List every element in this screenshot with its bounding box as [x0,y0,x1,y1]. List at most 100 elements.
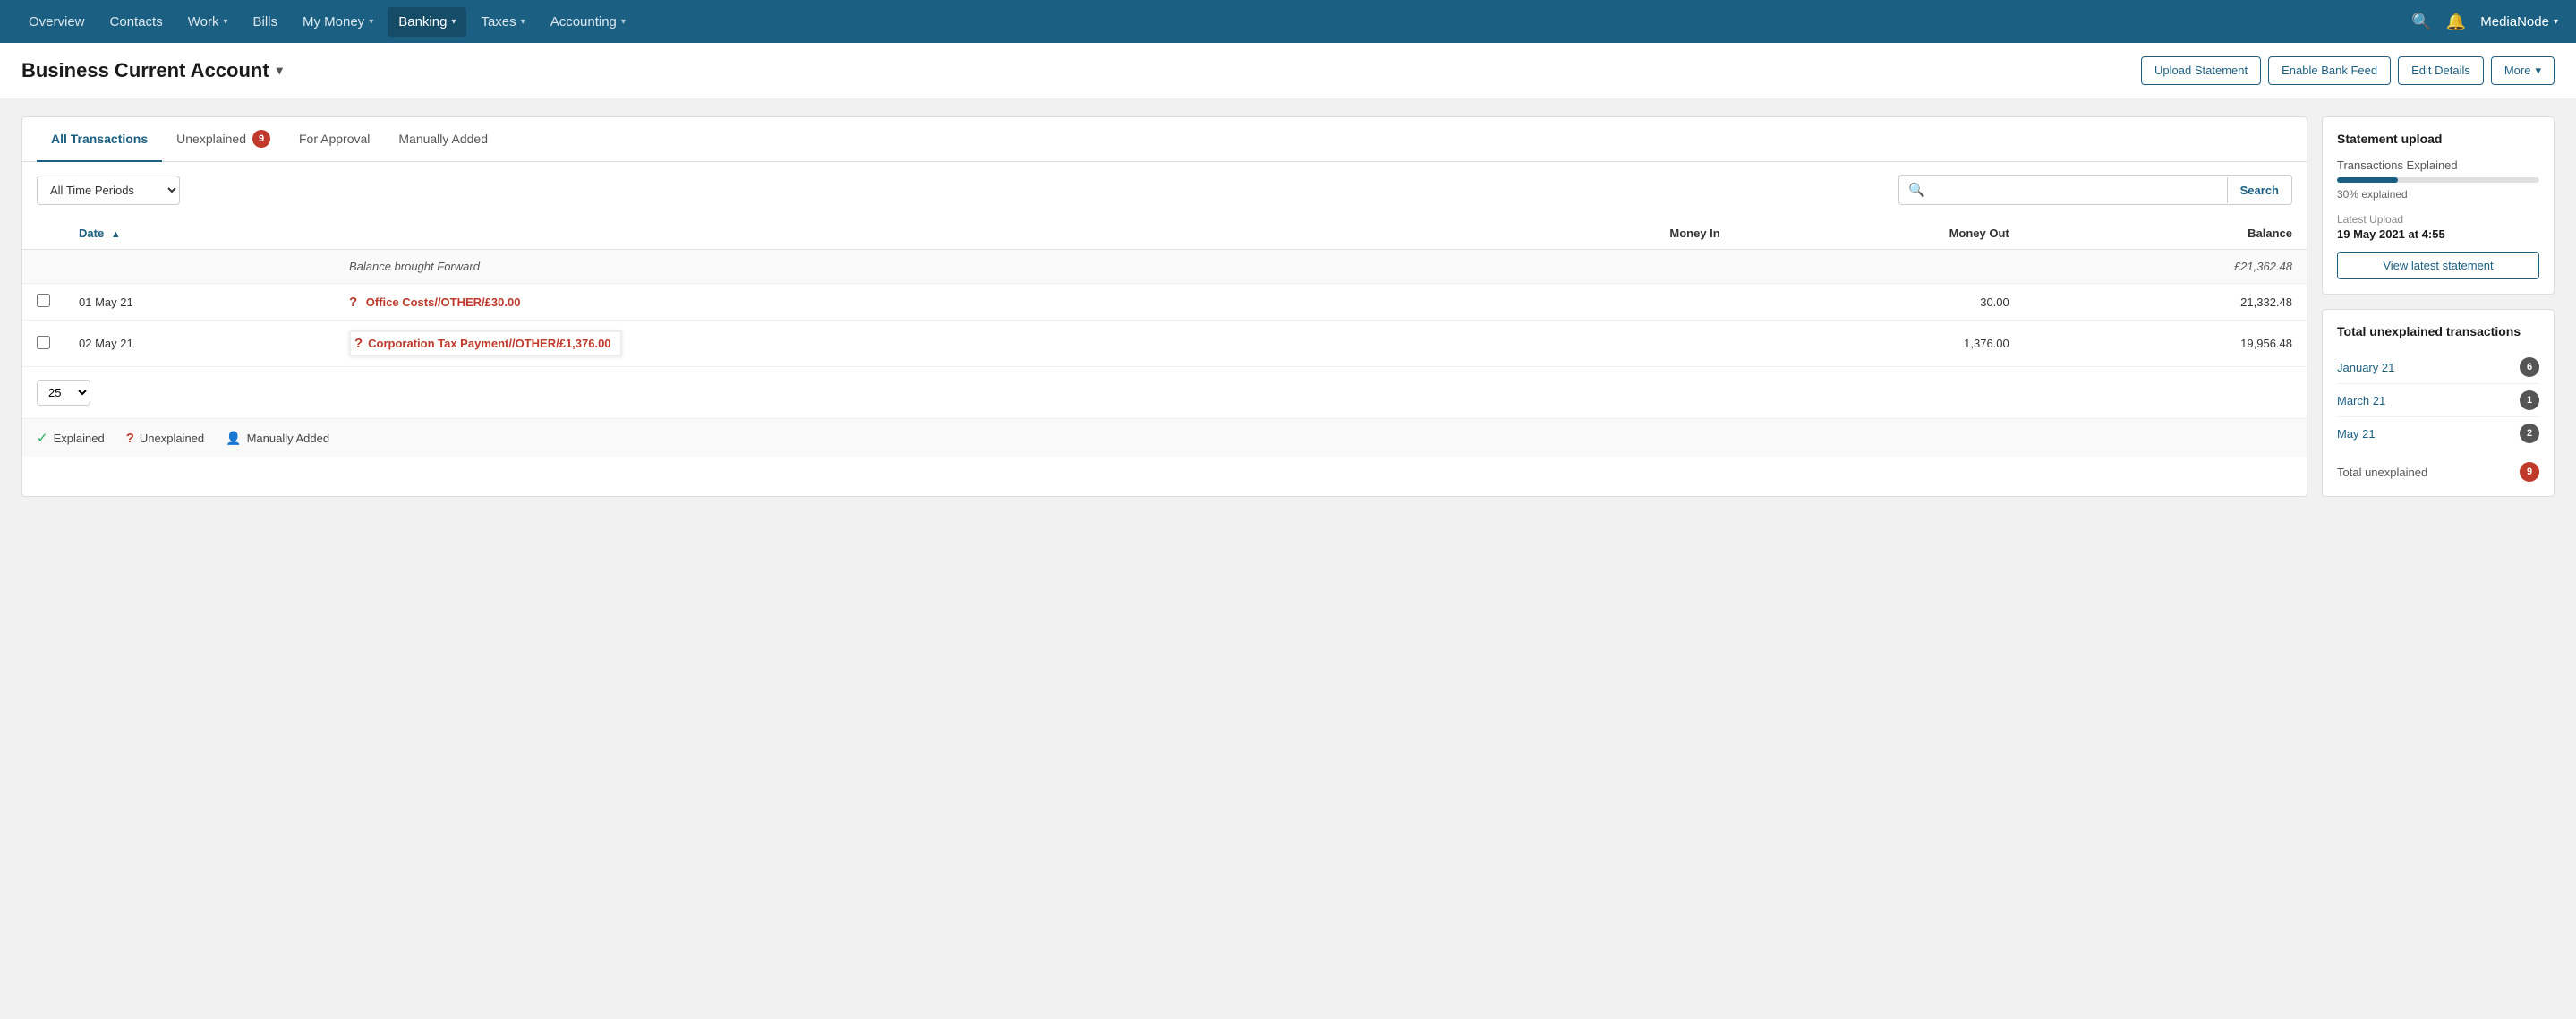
view-latest-statement-button[interactable]: View latest statement [2337,252,2539,279]
nav-item-taxes[interactable]: Taxes ▾ [470,7,535,37]
nav-item-contacts[interactable]: Contacts [99,7,174,37]
right-panel: Statement upload Transactions Explained … [2322,116,2555,497]
nav-item-banking[interactable]: Banking ▾ [388,7,466,37]
tab-all-transactions[interactable]: All Transactions [37,117,162,162]
account-chevron-icon: ▾ [277,63,283,78]
enable-bank-feed-button[interactable]: Enable Bank Feed [2268,56,2391,85]
col-balance: Balance [2024,218,2307,250]
row2-checkbox[interactable] [37,336,50,349]
nav-item-mymoney[interactable]: My Money ▾ [292,7,384,37]
nav-item-overview[interactable]: Overview [18,7,96,37]
row1-link[interactable]: Office Costs//OTHER/£30.00 [366,295,521,309]
upload-statement-button[interactable]: Upload Statement [2141,56,2261,85]
legend: ✓ Explained ? Unexplained 👤 Manually Add… [22,418,2307,457]
transactions-panel: All Transactions Unexplained 9 For Appro… [21,116,2307,497]
statement-upload-card: Statement upload Transactions Explained … [2322,116,2555,295]
may-link[interactable]: May 21 [2337,427,2376,441]
row2-unexplained-icon: ? [354,336,363,351]
user-menu[interactable]: MediaNode ▾ [2480,14,2558,30]
user-icon: 👤 [226,431,241,446]
legend-explained: ✓ Explained [37,430,105,446]
table-row-balance-forward: Balance brought Forward £21,362.48 [22,250,2307,284]
row2-link[interactable]: Corporation Tax Payment//OTHER/£1,376.00 [368,337,610,350]
bell-icon[interactable]: 🔔 [2446,13,2466,31]
sub-header: Business Current Account ▾ Upload Statem… [0,43,2576,98]
transactions-table: Date ▲ Money In Money Out Balance B [22,218,2307,367]
row2-money-out: 1,376.00 [1735,321,2024,367]
date-sort-icon: ▲ [111,229,121,240]
search-icon[interactable]: 🔍 [2411,13,2431,31]
january-link[interactable]: January 21 [2337,361,2394,374]
balance-forward-amount: £21,362.48 [2024,250,2307,284]
row2-money-in [1477,321,1735,367]
row1-money-in [1477,284,1735,321]
nav-item-work[interactable]: Work ▾ [177,7,239,37]
search-input[interactable] [1934,177,2227,203]
top-nav: Overview Contacts Work ▾ Bills My Money … [0,0,2576,43]
sub-header-actions: Upload Statement Enable Bank Feed Edit D… [2141,56,2555,85]
row1-date: 01 May 21 [64,284,335,321]
more-button[interactable]: More ▾ [2491,56,2555,85]
row2-date: 02 May 21 [64,321,335,367]
total-unexplained-row: Total unexplained 9 [2337,453,2539,482]
mymoney-chevron-icon: ▾ [369,17,373,27]
more-chevron-icon: ▾ [2535,64,2541,78]
col-money-out: Money Out [1735,218,2024,250]
progress-bar-fill [2337,177,2398,183]
highlight-box: ? Corporation Tax Payment//OTHER/£1,376.… [349,330,622,356]
unexplained-month-january: January 21 6 [2337,351,2539,384]
tab-unexplained[interactable]: Unexplained 9 [162,117,285,162]
table-row: 02 May 21 ? Corporation Tax Payment//OTH… [22,321,2307,367]
user-chevron-icon: ▾ [2554,17,2558,27]
transactions-explained-label: Transactions Explained [2337,158,2539,172]
search-icon: 🔍 [1899,176,1934,204]
search-button[interactable]: Search [2227,177,2291,203]
unexplained-month-march: March 21 1 [2337,384,2539,417]
unexplained-panel-card: Total unexplained transactions January 2… [2322,309,2555,497]
progress-bar-bg [2337,177,2539,183]
col-money-in: Money In [1477,218,1735,250]
question-icon: ? [126,431,134,446]
work-chevron-icon: ▾ [223,17,227,27]
unexplained-badge: 9 [252,130,270,148]
search-box: 🔍 Search [1898,175,2292,205]
row1-money-out: 30.00 [1735,284,2024,321]
period-select[interactable]: All Time Periods This Month Last Month T… [37,176,180,205]
january-count-badge: 6 [2520,357,2539,377]
unexplained-panel-title: Total unexplained transactions [2337,324,2539,338]
account-title[interactable]: Business Current Account ▾ [21,59,283,82]
statement-upload-title: Statement upload [2337,132,2539,146]
taxes-chevron-icon: ▾ [521,17,525,27]
tabs: All Transactions Unexplained 9 For Appro… [22,117,2307,162]
col-date[interactable]: Date ▲ [64,218,335,250]
latest-upload-date: 19 May 2021 at 4:55 [2337,227,2539,241]
tab-for-approval[interactable]: For Approval [285,117,384,162]
pagination-row: 25 50 100 [22,367,2307,418]
legend-manually-added: 👤 Manually Added [226,430,329,446]
tab-manually-added[interactable]: Manually Added [384,117,502,162]
nav-item-bills[interactable]: Bills [242,7,288,37]
filter-row: All Time Periods This Month Last Month T… [22,162,2307,218]
latest-upload-label: Latest Upload [2337,213,2539,226]
table-row: 01 May 21 ? Office Costs//OTHER/£30.00 3… [22,284,2307,321]
row2-balance: 19,956.48 [2024,321,2307,367]
row1-unexplained-icon: ? [349,295,357,310]
total-unexplained-badge: 9 [2520,462,2539,482]
balance-forward-label: Balance brought Forward [335,250,1477,284]
march-count-badge: 1 [2520,390,2539,410]
march-link[interactable]: March 21 [2337,394,2385,407]
legend-unexplained: ? Unexplained [126,430,204,446]
row1-balance: 21,332.48 [2024,284,2307,321]
nav-icons: 🔍 🔔 MediaNode ▾ [2411,13,2558,31]
accounting-chevron-icon: ▾ [621,17,626,27]
per-page-select[interactable]: 25 50 100 [37,380,90,406]
main-layout: All Transactions Unexplained 9 For Appro… [0,98,2576,515]
progress-pct-text: 30% explained [2337,188,2539,201]
check-icon: ✓ [37,430,48,446]
unexplained-month-may: May 21 2 [2337,417,2539,450]
nav-item-accounting[interactable]: Accounting ▾ [540,7,636,37]
row1-checkbox[interactable] [37,294,50,307]
edit-details-button[interactable]: Edit Details [2398,56,2484,85]
row2-desc: ? Corporation Tax Payment//OTHER/£1,376.… [335,321,1477,367]
total-unexplained-label: Total unexplained [2337,466,2427,479]
